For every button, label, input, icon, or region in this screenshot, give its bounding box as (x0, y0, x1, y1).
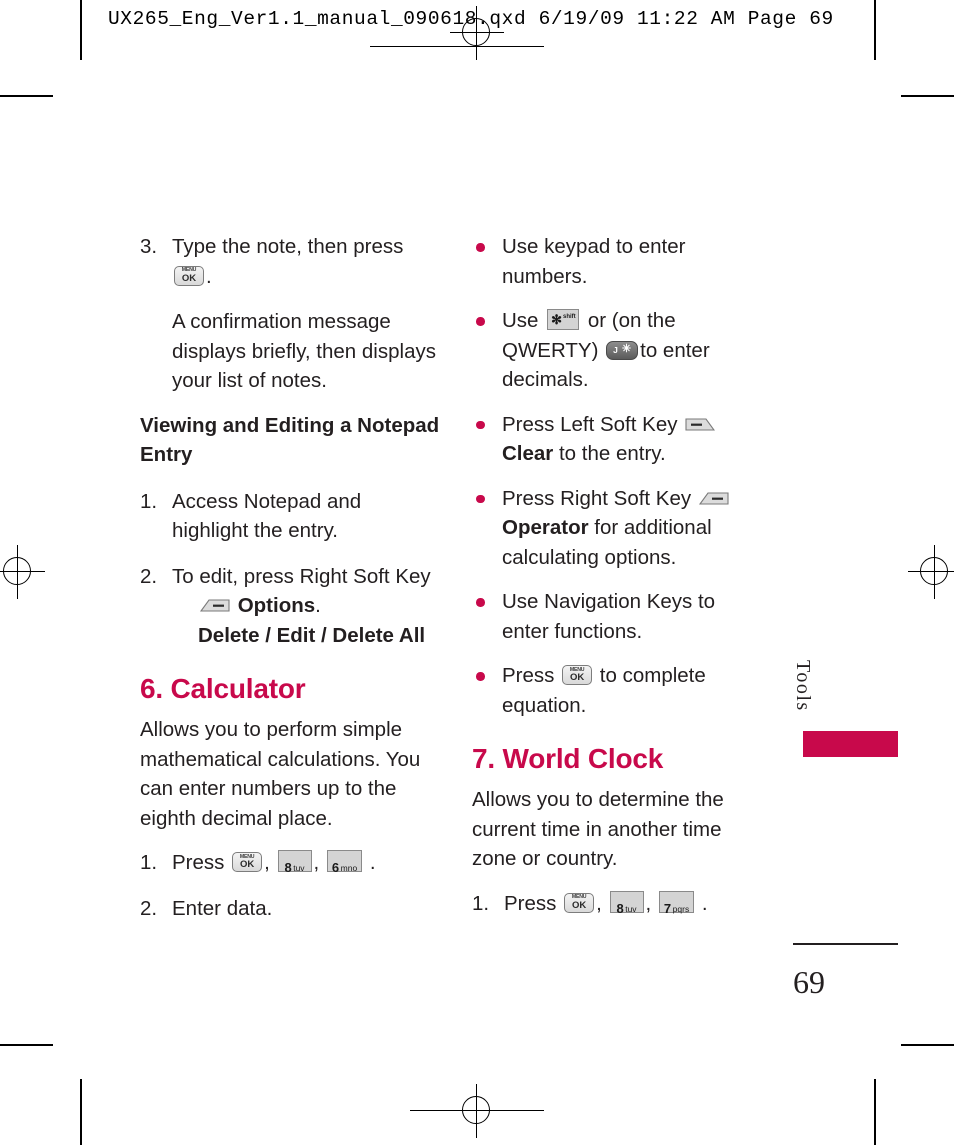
side-tab-label-tools: Tools (792, 660, 814, 712)
keypad-key-8-icon: 8 tuv (277, 850, 312, 875)
page-content: 3. Type the note, then press MENU OK . A … (0, 0, 954, 1145)
menu-ok-key-icon: MENU OK (232, 852, 263, 872)
world-clock-description: Allows you to determine the current time… (472, 788, 724, 870)
clear-label: Clear (502, 442, 554, 465)
step-number: 1. (472, 891, 490, 915)
bullet-press-ok-complete: Press MENU OK to complete equation. (472, 661, 764, 720)
step-text: Type the note, then press (172, 235, 404, 258)
menu-ok-key-icon: MENU OK (562, 665, 593, 685)
bullet-left-soft-key-clear: Press Left Soft Key Clear to the entry. (472, 410, 764, 469)
qwerty-j-star-key-icon: J ✳ (606, 340, 639, 360)
folio-rule (793, 943, 898, 945)
press-label: Press (504, 891, 557, 915)
step-text-after: . (206, 264, 212, 288)
confirmation-note: A confirmation message displays briefly,… (172, 310, 436, 392)
step-number: 2. (140, 896, 158, 920)
keypad-key-7-icon: 7 pqrs (658, 890, 695, 916)
options-values: Delete / Edit / Delete All (198, 623, 426, 647)
subheading-viewing-editing: Viewing and Editing a Notepad Entry (140, 413, 440, 466)
keypad-key-6-icon: 6 mno (326, 850, 363, 875)
bullet-navigation-keys: Use Navigation Keys to enter functions. (472, 587, 764, 646)
keypad-key-8-icon: 8 tuv (609, 890, 644, 916)
section-title-world-clock: 7. World Clock (472, 743, 664, 774)
bullet-use-star-decimals: Use ✻ shift or (on the QWERTY) J ✳ to en… (472, 306, 764, 395)
step-number: 1. (140, 851, 158, 874)
bullet-use-keypad: Use keypad to enter numbers. (472, 232, 764, 291)
page-number: 69 (793, 964, 825, 1000)
step-text: Enter data. (172, 896, 273, 920)
menu-ok-key-icon: MENU OK (564, 892, 595, 913)
step-terminator: . (701, 891, 708, 915)
key-separator: , (313, 851, 320, 874)
step-type-note: 3. Type the note, then press MENU OK . (140, 232, 440, 291)
operator-label: Operator (502, 516, 589, 539)
calculator-enter-step: 2. Enter data. (140, 894, 440, 924)
right-soft-key-icon (200, 597, 230, 614)
menu-ok-key-icon: MENU OK (174, 265, 204, 286)
key-separator: , (645, 891, 652, 915)
step-terminator: . (369, 851, 376, 874)
step-number: 1. (140, 489, 158, 513)
calculator-description: Allows you to perform simple mathematica… (140, 718, 421, 830)
left-column: 3. Type the note, then press MENU OK . A … (140, 232, 440, 939)
options-label: Options (237, 594, 316, 617)
side-tab-bar (803, 731, 898, 757)
step-to-edit: 2. To edit, press Right Soft Key Options.… (140, 562, 440, 651)
step-number: 3. (140, 235, 158, 258)
right-soft-key-icon (698, 490, 729, 507)
right-column: Use keypad to enter numbers. Use ✻ shift… (472, 232, 764, 934)
section-title-calculator: 6. Calculator (140, 673, 306, 704)
bullet-right-soft-key-operator: Press Right Soft Key Operator for additi… (472, 484, 764, 573)
key-separator: , (596, 891, 602, 915)
star-shift-key-icon: ✻ shift (547, 309, 580, 330)
press-label: Press (172, 851, 225, 874)
key-separator: , (264, 851, 270, 874)
calculator-press-step: 1. Press MENU OK , 8 tuv , 6 mno . (140, 848, 440, 878)
step-access-notepad: 1. Access Notepad and highlight the entry… (140, 487, 440, 546)
step-number: 2. (140, 564, 158, 588)
step-text: Access Notepad and highlight the entry. (172, 489, 362, 543)
world-clock-press-step: 1. Press MENU OK , 8 tuv , 7 pqrs . (472, 889, 764, 919)
left-soft-key-icon (685, 416, 716, 433)
step-text: To edit, press Right Soft Key (172, 564, 431, 588)
